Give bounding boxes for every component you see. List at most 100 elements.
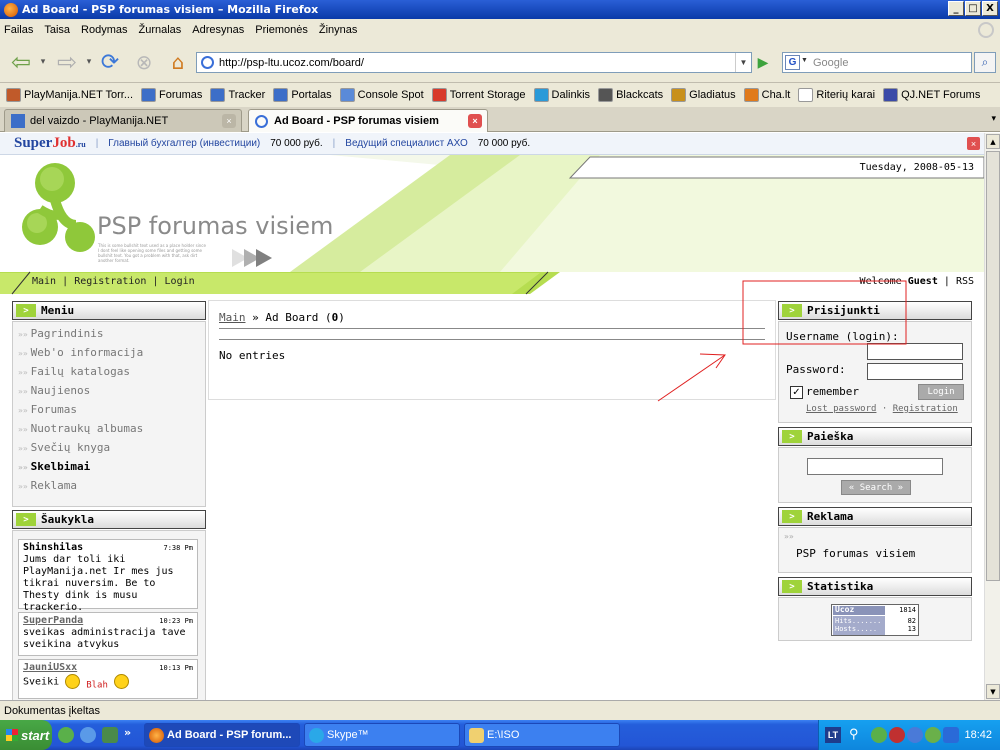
start-label: start (21, 727, 50, 743)
home-icon[interactable]: ⌂ (164, 47, 192, 77)
menu-bar: Failas Taisa Rodymas Žurnalas Adresynas … (0, 19, 1000, 41)
menu-failas[interactable]: Failas (4, 24, 33, 36)
window-title: Ad Board - PSP forumas visiem – Mozilla … (22, 3, 319, 16)
menu-zinynas[interactable]: Žinynas (319, 24, 358, 36)
navigation-toolbar: ⇦ ▾ ⇨ ▾ ⟳ ⊗ ⌂ http://psp-ltu.ucoz.com/bo… (0, 41, 1000, 83)
forward-history-dropdown-icon[interactable]: ▾ (84, 47, 94, 77)
magnifier-icon[interactable]: ⌕ (974, 52, 996, 73)
url-bar[interactable]: http://psp-ltu.ucoz.com/board/ ▼ (196, 52, 752, 73)
tab-strip: del vaizdo - PlayManija.NET × Ad Board -… (0, 107, 1000, 132)
bookmark-favicon-icon (743, 88, 759, 102)
bookmark-item[interactable]: Gladiatus (671, 88, 736, 102)
search-placeholder: Google (813, 56, 849, 69)
bookmark-item[interactable]: Portalas (273, 88, 332, 102)
stop-icon[interactable]: ⊗ (130, 47, 158, 77)
search-bar[interactable]: G ▼ Google (782, 52, 972, 73)
minimize-button[interactable]: _ (948, 1, 964, 16)
bookmark-item[interactable]: Dalinkis (533, 88, 591, 102)
tab-label: Ad Board - PSP forumas visiem (274, 115, 439, 127)
bookmark-item[interactable]: Console Spot (339, 88, 424, 102)
taskbar-firefox-button[interactable]: Ad Board - PSP forum... (144, 723, 300, 747)
ucoz-favicon-icon (255, 114, 268, 128)
bookmark-favicon-icon (533, 88, 549, 102)
web-page: SuperJob.ru | Главный бухгалтер (инвести… (0, 133, 984, 700)
windows-taskbar: start » Ad Board - PSP forum... Skype™ E… (0, 720, 1000, 750)
menu-taisa[interactable]: Taisa (44, 24, 70, 36)
scroll-down-icon[interactable]: ▼ (986, 684, 1000, 699)
close-tab-icon[interactable]: × (468, 114, 482, 128)
bookmark-favicon-icon (6, 88, 21, 102)
bookmark-favicon-icon (141, 88, 157, 102)
bookmark-favicon-icon (431, 88, 447, 102)
url-text: http://psp-ltu.ucoz.com/board/ (219, 56, 364, 69)
bookmark-favicon-icon (339, 88, 355, 102)
bookmarks-toolbar: PlayManija.NET Torr... Forumas Tracker Port… (0, 83, 1000, 107)
taskbar-explorer-button[interactable]: E:\ISO (464, 723, 620, 747)
bookmark-label: Riterių karai (816, 89, 876, 101)
bookmark-favicon-icon (273, 88, 289, 102)
utorrent-tray-icon[interactable] (871, 727, 887, 743)
annotation-arrowhead (699, 353, 726, 369)
maximize-button[interactable]: □ (965, 1, 981, 16)
scroll-thumb[interactable] (986, 151, 1000, 581)
close-window-button[interactable]: X (982, 1, 998, 16)
windows-logo-icon (6, 729, 18, 741)
bookmark-item[interactable]: QJ.NET Forums (883, 88, 980, 102)
back-history-dropdown-icon[interactable]: ▾ (38, 47, 48, 77)
language-indicator[interactable]: LT (825, 727, 841, 743)
bookmark-item[interactable]: Torrent Storage (431, 88, 526, 102)
google-engine-icon[interactable]: G (785, 55, 800, 70)
user-annotation (657, 280, 907, 402)
menu-priemones[interactable]: Priemonės (255, 24, 308, 36)
media-quicklaunch-icon[interactable] (102, 727, 118, 743)
bookmark-item[interactable]: Tracker (210, 88, 265, 102)
firefox-window: Ad Board - PSP forumas visiem – Mozilla … (0, 0, 1000, 750)
annotation-arrow (657, 354, 726, 402)
engine-dropdown-icon[interactable]: ▼ (801, 57, 808, 64)
reload-icon[interactable]: ⟳ (96, 47, 124, 77)
skype-icon (309, 728, 324, 743)
tab-playmanija[interactable]: del vaizdo - PlayManija.NET × (4, 109, 242, 132)
bookmark-label: Dalinkis (551, 89, 591, 101)
forward-arrow-icon[interactable]: ⇨ (52, 47, 82, 77)
bookmark-favicon-icon (883, 88, 899, 102)
url-history-dropdown-icon[interactable]: ▼ (735, 53, 751, 72)
taskbar-skype-button[interactable]: Skype™ (304, 723, 460, 747)
bookmark-item[interactable]: Forumas (141, 88, 202, 102)
network-tray-icon[interactable]: ⚲ (849, 726, 859, 742)
tab-ad-board[interactable]: Ad Board - PSP forumas visiem × (248, 109, 488, 132)
messenger-tray-icon[interactable] (907, 727, 923, 743)
bookmark-item[interactable]: PlayManija.NET Torr... (6, 88, 133, 102)
utorrent-quicklaunch-icon[interactable] (58, 727, 74, 743)
bookmark-label: Cha.lt (761, 89, 791, 101)
ie-quicklaunch-icon[interactable] (80, 727, 96, 743)
start-button[interactable]: start (0, 720, 52, 750)
bookmark-label: Gladiatus (689, 89, 736, 101)
tab-list-chevron-icon[interactable]: ▾ (991, 114, 996, 124)
system-tray: LT ⚲ 18:42 (818, 720, 1000, 750)
folder-icon (469, 728, 484, 743)
quicklaunch-chevron-icon[interactable]: » (124, 726, 131, 739)
scroll-up-icon[interactable]: ▲ (986, 134, 1000, 149)
bookmark-label: QJ.NET Forums (901, 89, 981, 101)
vertical-scrollbar[interactable]: ▲ ▼ (984, 133, 1000, 700)
bookmark-item[interactable]: Cha.lt (743, 88, 791, 102)
close-tab-icon[interactable]: × (222, 114, 236, 128)
menu-rodymas[interactable]: Rodymas (81, 24, 127, 36)
back-arrow-icon[interactable]: ⇦ (6, 47, 36, 77)
status-text: Dokumentas įkeltas (4, 704, 100, 717)
playmanija-favicon-icon (11, 114, 25, 128)
app-tray-icon[interactable] (925, 727, 941, 743)
menu-zurnalas[interactable]: Žurnalas (139, 24, 182, 36)
go-arrow-icon[interactable]: ▶ (754, 54, 772, 72)
volume-tray-icon[interactable] (943, 727, 959, 743)
bookmark-favicon-icon (671, 88, 687, 102)
bookmark-item[interactable]: Riterių karai (798, 88, 875, 102)
status-bar: Dokumentas įkeltas (0, 700, 1000, 720)
clock[interactable]: 18:42 (964, 729, 992, 741)
bookmark-item[interactable]: Blackcats (598, 88, 663, 102)
menu-adresynas[interactable]: Adresynas (192, 24, 244, 36)
throbber-icon (978, 22, 994, 38)
antivirus-tray-icon[interactable] (889, 727, 905, 743)
tab-label: del vaizdo - PlayManija.NET (30, 115, 169, 127)
